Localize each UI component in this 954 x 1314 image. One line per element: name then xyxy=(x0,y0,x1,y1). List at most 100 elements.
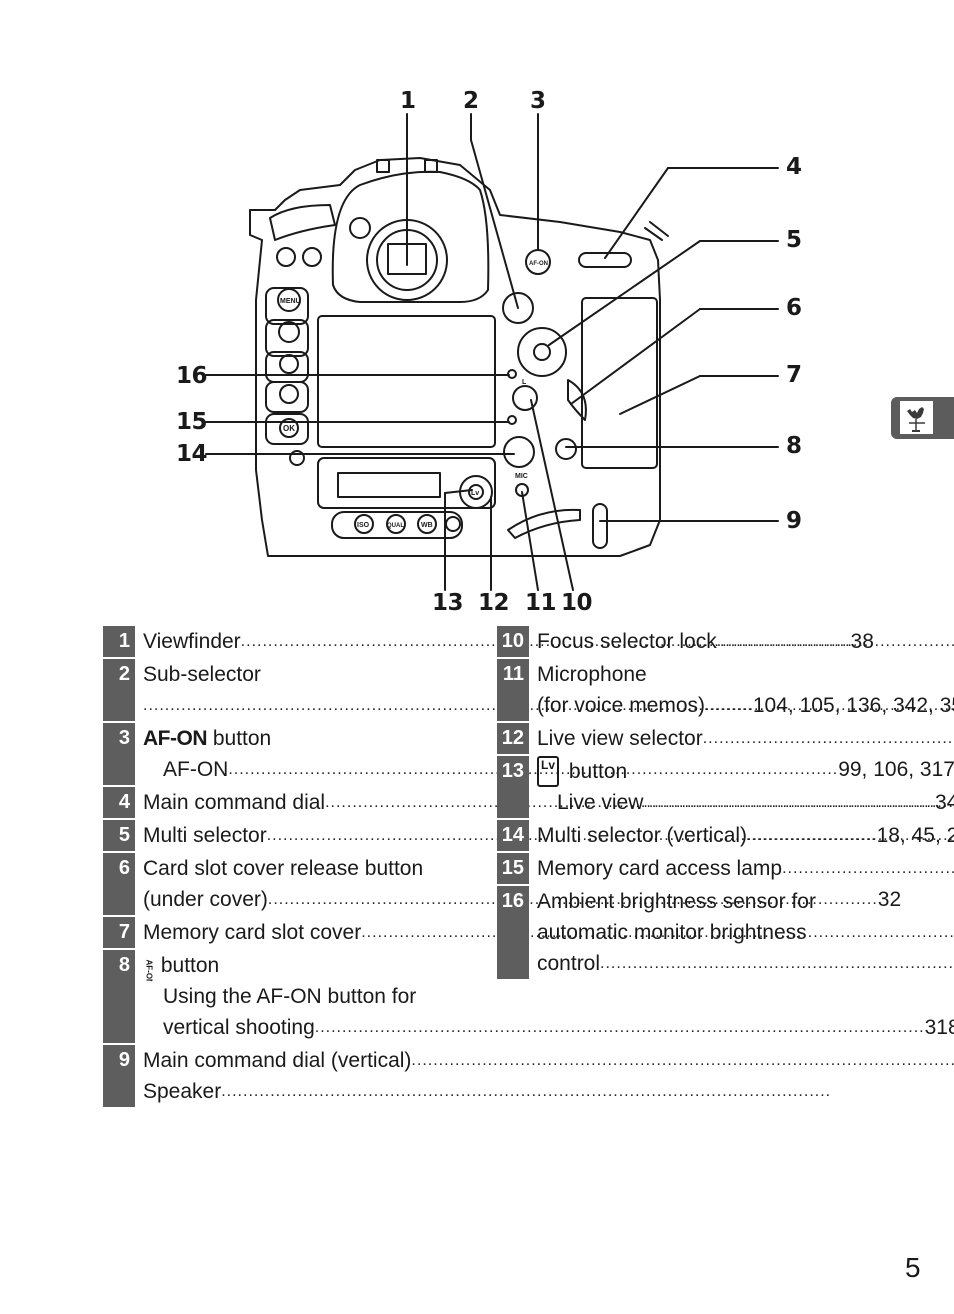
legend-entry: 12Live view selector49, 63 xyxy=(497,723,875,754)
ok-label: OK xyxy=(283,424,295,433)
multi-selector-outer xyxy=(517,327,567,377)
legend-line: Memory card access lamp33, 44 xyxy=(537,853,954,884)
legend-number-badge: 2 xyxy=(103,659,135,721)
legend-text: automatic monitor brightness xyxy=(537,921,807,944)
legend-text: Main command dial (vertical) xyxy=(143,1049,412,1072)
leader-5b xyxy=(548,240,701,346)
eyepiece-shutter-lever xyxy=(349,217,371,239)
legend-entry-body: Microphone (for voice memos)261 xyxy=(529,659,954,721)
leader-dots xyxy=(643,787,954,818)
legend-text: Multi selector xyxy=(143,824,267,847)
callout-15: 15 xyxy=(176,409,208,435)
camera-body-outline xyxy=(249,157,661,557)
main-command-dial xyxy=(578,252,632,268)
legend-entry: 6 Card slot cover release button (under co… xyxy=(103,853,901,915)
legend-entry: 9Main command dial (vertical)345Speaker7… xyxy=(103,1045,481,1107)
legend-number-badge: 12 xyxy=(497,723,529,754)
legend-entry-body: Ambient brightness sensor for automatic m… xyxy=(529,886,954,979)
live-view-icon: Lv xyxy=(537,756,560,787)
legend-line: Multi selector (vertical)348 xyxy=(537,820,954,851)
zoom-in-button xyxy=(279,354,299,374)
af-on-label: AF-ON xyxy=(529,261,548,267)
l-label: L xyxy=(522,379,527,386)
legend-entry: 4Main command dial345 xyxy=(103,787,954,818)
leader-10 xyxy=(530,399,574,591)
callout-4: 4 xyxy=(786,154,802,180)
playback-button xyxy=(276,247,296,267)
legend-number-badge: 6 xyxy=(103,853,135,915)
ambient-brightness-sensor xyxy=(507,369,517,379)
legend-entry: 2Sub-selector104, 105, 136, 342, 356 xyxy=(103,659,954,721)
voice-memo-button xyxy=(445,516,461,532)
page-reference-link[interactable]: 318 xyxy=(925,1012,954,1043)
legend-line: Using the AF-ON button for xyxy=(143,981,954,1012)
legend-number-badge: 10 xyxy=(497,626,529,657)
legend-text: Card slot cover release button xyxy=(143,857,424,880)
legend-text: button xyxy=(563,760,628,783)
callout-13: 13 xyxy=(432,590,464,616)
legend-entry-body: Focus selector lock103 xyxy=(529,626,954,657)
legend-text: AF-ON xyxy=(163,758,229,781)
legend-text: (for voice memos) xyxy=(537,694,706,717)
mic-label: MIC xyxy=(515,473,528,480)
callout-3: 3 xyxy=(530,88,546,114)
control-panel-lcd xyxy=(337,472,441,498)
callout-2: 2 xyxy=(463,88,479,114)
legend-line: Live view49, 63, 349 xyxy=(537,787,954,818)
legend-number-badge: 16 xyxy=(497,886,529,979)
callout-12: 12 xyxy=(478,590,510,616)
leader-6b xyxy=(570,308,701,405)
legend-text: Speaker xyxy=(143,1080,222,1103)
callout-16: 16 xyxy=(176,363,208,389)
callout-11: 11 xyxy=(525,590,557,616)
release-mode-dial xyxy=(269,204,336,241)
legend-number-badge: 11 xyxy=(497,659,529,721)
legend-number-badge: 7 xyxy=(103,917,135,948)
legend-text: Live view selector xyxy=(537,727,703,750)
legend-number-badge: 4 xyxy=(103,787,135,818)
legend-number-badge: 8 xyxy=(103,950,135,1043)
legend-line: automatic monitor brightness xyxy=(537,917,954,948)
vertical-command-dial xyxy=(592,503,608,549)
iso-label: ISO xyxy=(357,522,370,529)
legend-line: Lv button xyxy=(537,756,954,787)
legend-number-badge: 15 xyxy=(497,853,529,884)
legend-text: Microphone xyxy=(537,663,647,686)
legend-text: Live view xyxy=(557,791,644,814)
wb-label: WB xyxy=(421,522,433,529)
camera-back-diagram: MENU OK AF-ON ISO QUAL WB MIC Lv L 1 2 3… xyxy=(0,0,954,620)
viewfinder-hotshoe-left xyxy=(376,159,390,173)
legend-text: control xyxy=(537,952,601,975)
callout-10: 10 xyxy=(561,590,593,616)
menu-label: MENU xyxy=(280,298,301,305)
zoom-out-button xyxy=(279,384,299,404)
legend-line: vertical shooting 318 xyxy=(143,1012,954,1043)
legend-entry-body: Lv buttonLive view49, 63, 349 xyxy=(529,756,954,818)
vertical-grip-ridge xyxy=(507,508,581,539)
legend-text: Sub-selector xyxy=(143,663,261,686)
legend-entry: 8 AF-ON button Using the AF-ON button for v… xyxy=(103,950,954,1043)
delete-button xyxy=(302,247,322,267)
multi-selector-inner xyxy=(533,343,551,361)
leader-dots xyxy=(705,690,954,721)
weathervane-rooster-icon xyxy=(900,401,933,434)
leader-dots xyxy=(221,1076,954,1107)
legend-line: Main command dial (vertical)345 xyxy=(143,1045,954,1076)
leader-dots xyxy=(703,723,954,754)
leader-dots xyxy=(315,1012,925,1043)
legend-line: Focus selector lock103 xyxy=(537,626,954,657)
leader-dots xyxy=(411,1045,954,1076)
protect-button-frame xyxy=(265,319,309,357)
legend-text: button xyxy=(207,727,272,750)
legend-text: vertical shooting xyxy=(163,1016,315,1039)
leader-2b xyxy=(470,139,519,309)
callout-7: 7 xyxy=(786,362,802,388)
callout-14: 14 xyxy=(176,441,208,467)
callout-8: 8 xyxy=(786,433,802,459)
af-on-icon: AF-ON xyxy=(143,727,208,750)
leader-11 xyxy=(521,491,539,591)
viewfinder-hotshoe-right xyxy=(424,159,438,173)
legend-number-badge: 1 xyxy=(103,626,135,657)
legend-entry: 10Focus selector lock103 xyxy=(497,626,875,657)
legend-entry-body: Main command dial (vertical)345Speaker78… xyxy=(135,1045,954,1107)
